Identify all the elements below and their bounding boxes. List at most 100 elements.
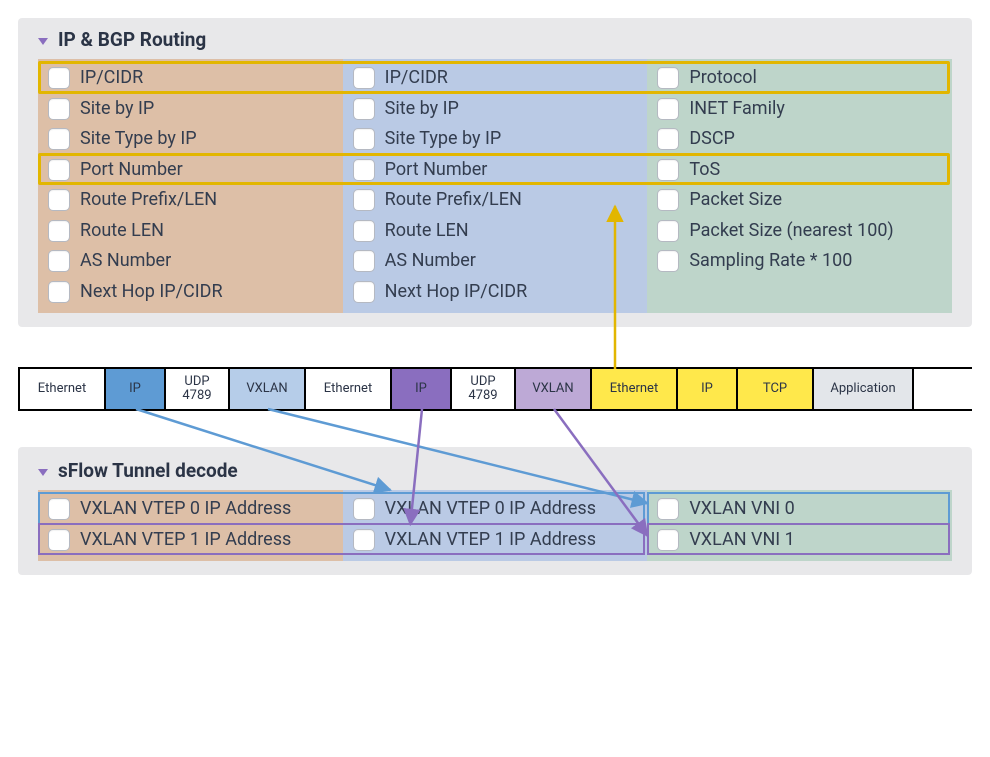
ipbgp-item-col3-1[interactable]: INET Family: [653, 94, 946, 125]
item-label: Packet Size: [689, 189, 782, 212]
ipbgp-item-col2-0[interactable]: IP/CIDR: [349, 63, 642, 94]
ipbgp-item-col3-6[interactable]: Sampling Rate * 100: [653, 246, 946, 277]
panel-ip-bgp-columns: IP/CIDRSite by IPSite Type by IPPort Num…: [38, 59, 952, 313]
checkbox[interactable]: [353, 159, 375, 181]
checkbox[interactable]: [353, 529, 375, 551]
checkbox[interactable]: [657, 250, 679, 272]
item-label: Port Number: [80, 159, 183, 182]
ipbgp-item-col1-1[interactable]: Site by IP: [44, 94, 337, 125]
item-label: INET Family: [689, 98, 785, 121]
packet-structure: EthernetIPUDP 4789VXLANEthernetIPUDP 478…: [18, 367, 972, 411]
panel-ip-bgp-header[interactable]: IP & BGP Routing: [38, 24, 952, 59]
ipbgp-item-col1-3[interactable]: Port Number: [44, 155, 337, 186]
ipbgp-item-col2-6[interactable]: AS Number: [349, 246, 642, 277]
sflow-item-col1-1[interactable]: VXLAN VTEP 1 IP Address: [44, 525, 337, 556]
item-label: IP/CIDR: [385, 67, 448, 90]
ipbgp-item-col2-2[interactable]: Site Type by IP: [349, 124, 642, 155]
checkbox[interactable]: [353, 498, 375, 520]
packet-seg-ethernet: Ethernet: [592, 369, 678, 409]
item-label: Protocol: [689, 67, 757, 90]
item-label: VXLAN VNI 1: [689, 529, 794, 552]
checkbox[interactable]: [353, 67, 375, 89]
ipbgp-item-col3-4[interactable]: Packet Size: [653, 185, 946, 216]
col-src: VXLAN VTEP 0 IP Address VXLAN VTEP 1 IP A…: [38, 490, 343, 561]
panel-sflow-columns: VXLAN VTEP 0 IP Address VXLAN VTEP 1 IP A…: [38, 490, 952, 561]
collapse-icon: [38, 28, 48, 51]
packet-seg-application: Application: [814, 369, 914, 409]
packet-seg-udp-4789: UDP 4789: [452, 369, 516, 409]
sflow-item-col2-1[interactable]: VXLAN VTEP 1 IP Address: [349, 525, 642, 556]
checkbox[interactable]: [48, 498, 70, 520]
col-other: Protocol INET Family DSCP ToS Packet Size Pac…: [647, 59, 952, 313]
checkbox[interactable]: [353, 250, 375, 272]
checkbox[interactable]: [353, 220, 375, 242]
checkbox[interactable]: [48, 159, 70, 181]
item-label: ToS: [689, 159, 720, 182]
checkbox[interactable]: [48, 529, 70, 551]
sflow-item-col1-0[interactable]: VXLAN VTEP 0 IP Address: [44, 494, 337, 525]
ipbgp-item-col2-3[interactable]: Port Number: [349, 155, 642, 186]
item-label: Route LEN: [385, 220, 469, 243]
ipbgp-item-col3-5[interactable]: Packet Size (nearest 100): [653, 216, 946, 247]
checkbox[interactable]: [657, 128, 679, 150]
collapse-icon: [38, 459, 48, 482]
checkbox[interactable]: [657, 498, 679, 520]
item-label: Next Hop IP/CIDR: [80, 281, 223, 304]
ipbgp-item-col3-0[interactable]: Protocol: [653, 63, 946, 94]
checkbox[interactable]: [657, 98, 679, 120]
item-label: VXLAN VTEP 1 IP Address: [80, 529, 291, 552]
checkbox[interactable]: [48, 220, 70, 242]
item-label: Sampling Rate * 100: [689, 250, 852, 273]
item-label: AS Number: [80, 250, 171, 273]
checkbox[interactable]: [48, 98, 70, 120]
sflow-item-col2-0[interactable]: VXLAN VTEP 0 IP Address: [349, 494, 642, 525]
panel-sflow-header[interactable]: sFlow Tunnel decode: [38, 455, 952, 490]
ipbgp-item-col2-5[interactable]: Route LEN: [349, 216, 642, 247]
packet-seg-ethernet: Ethernet: [20, 369, 106, 409]
checkbox[interactable]: [48, 67, 70, 89]
item-label: Route LEN: [80, 220, 164, 243]
ipbgp-item-col2-1[interactable]: Site by IP: [349, 94, 642, 125]
checkbox[interactable]: [353, 189, 375, 211]
checkbox[interactable]: [657, 529, 679, 551]
checkbox[interactable]: [48, 189, 70, 211]
checkbox[interactable]: [48, 128, 70, 150]
item-label: Site Type by IP: [80, 128, 197, 151]
sflow-item-col3-1[interactable]: VXLAN VNI 1: [653, 525, 946, 556]
checkbox[interactable]: [48, 250, 70, 272]
col-src: IP/CIDRSite by IP Site Type by IP Port Num…: [38, 59, 343, 313]
ipbgp-item-col1-0[interactable]: IP/CIDR: [44, 63, 337, 94]
panel-sflow-title: sFlow Tunnel decode: [58, 459, 238, 482]
item-label: Site by IP: [385, 98, 459, 121]
packet-seg-ip: IP: [106, 369, 166, 409]
packet-seg-vxlan: VXLAN: [230, 369, 306, 409]
col-dst: VXLAN VTEP 0 IP Address VXLAN VTEP 1 IP A…: [343, 490, 648, 561]
checkbox[interactable]: [353, 98, 375, 120]
sflow-item-col3-0[interactable]: VXLAN VNI 0: [653, 494, 946, 525]
checkbox[interactable]: [353, 128, 375, 150]
checkbox[interactable]: [657, 67, 679, 89]
ipbgp-item-col1-5[interactable]: Route LEN: [44, 216, 337, 247]
checkbox[interactable]: [48, 281, 70, 303]
ipbgp-item-col2-7[interactable]: Next Hop IP/CIDR: [349, 277, 642, 308]
checkbox[interactable]: [657, 159, 679, 181]
ipbgp-item-col1-7[interactable]: Next Hop IP/CIDR: [44, 277, 337, 308]
item-label: VXLAN VNI 0: [689, 498, 794, 521]
checkbox[interactable]: [353, 281, 375, 303]
item-label: Packet Size (nearest 100): [689, 220, 893, 243]
item-label: AS Number: [385, 250, 476, 273]
item-label: VXLAN VTEP 1 IP Address: [385, 529, 596, 552]
ipbgp-item-col3-2[interactable]: DSCP: [653, 124, 946, 155]
checkbox[interactable]: [657, 189, 679, 211]
ipbgp-item-col1-2[interactable]: Site Type by IP: [44, 124, 337, 155]
ipbgp-item-col2-4[interactable]: Route Prefix/LEN: [349, 185, 642, 216]
ipbgp-item-col3-3[interactable]: ToS: [653, 155, 946, 186]
ipbgp-item-col1-4[interactable]: Route Prefix/LEN: [44, 185, 337, 216]
item-label: Next Hop IP/CIDR: [385, 281, 528, 304]
item-label: VXLAN VTEP 0 IP Address: [80, 498, 291, 521]
panel-sflow: sFlow Tunnel decode VXLAN VTEP 0 IP Addr…: [18, 447, 972, 575]
ipbgp-item-col1-6[interactable]: AS Number: [44, 246, 337, 277]
panel-ip-bgp: IP & BGP Routing IP/CIDRSite by IPSite T…: [18, 18, 972, 327]
item-label: Route Prefix/LEN: [80, 189, 217, 212]
checkbox[interactable]: [657, 220, 679, 242]
